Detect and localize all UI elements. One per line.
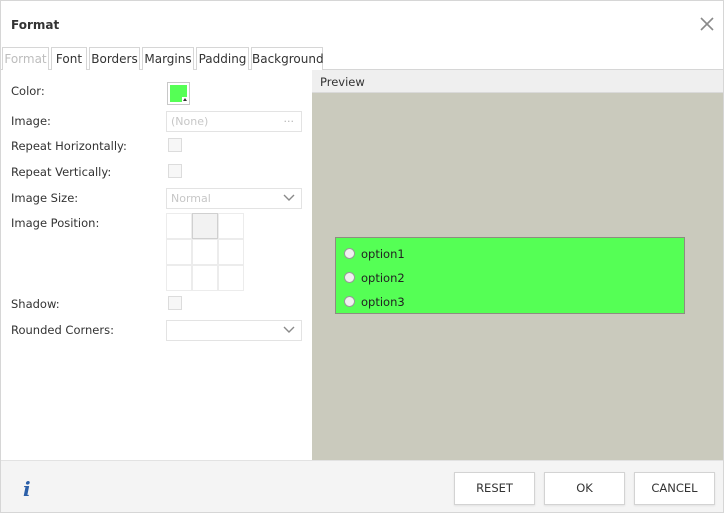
radio-button[interactable]: [344, 272, 355, 283]
tab-padding[interactable]: Padding: [196, 47, 249, 70]
reset-button[interactable]: RESET: [454, 472, 535, 505]
repeat-horizontally-label: Repeat Horizontally:: [11, 139, 127, 153]
chevron-down-icon: [283, 326, 295, 333]
preview-title: Preview: [320, 75, 365, 89]
shadow-checkbox[interactable]: [168, 296, 182, 310]
rounded-corners-label: Rounded Corners:: [11, 323, 114, 337]
shadow-label: Shadow:: [11, 297, 60, 311]
radio-option-label: option1: [361, 247, 405, 261]
rounded-corners-select[interactable]: [166, 320, 302, 341]
tab-margins[interactable]: Margins: [142, 47, 194, 70]
image-position-grid: [166, 213, 244, 291]
preview-header: Preview: [312, 70, 723, 93]
position-top-center[interactable]: [192, 213, 218, 239]
position-top-right[interactable]: [218, 213, 244, 239]
tab-format[interactable]: Format: [2, 47, 49, 70]
color-label: Color:: [11, 84, 45, 98]
cancel-button[interactable]: CANCEL: [634, 472, 715, 505]
repeat-horizontally-checkbox[interactable]: [168, 138, 182, 152]
position-middle-center[interactable]: [192, 239, 218, 265]
radio-option-label: option3: [361, 295, 405, 309]
radio-option-label: option2: [361, 271, 405, 285]
image-size-value: Normal: [171, 192, 211, 205]
tab-bar: Format Font Borders Margins Padding Back…: [1, 47, 723, 71]
ok-button[interactable]: OK: [544, 472, 625, 505]
image-size-select[interactable]: Normal: [166, 188, 302, 209]
repeat-vertically-checkbox[interactable]: [168, 164, 182, 178]
close-icon: [700, 17, 714, 31]
dialog-title: Format: [11, 18, 60, 32]
position-middle-right[interactable]: [218, 239, 244, 265]
tab-font[interactable]: Font: [51, 47, 87, 70]
position-bottom-right[interactable]: [218, 265, 244, 291]
position-bottom-left[interactable]: [166, 265, 192, 291]
format-dialog: Format Format Font Borders Margins Paddi…: [0, 0, 724, 513]
repeat-vertically-label: Repeat Vertically:: [11, 165, 112, 179]
tab-borders[interactable]: Borders: [89, 47, 140, 70]
browse-icon[interactable]: ···: [284, 112, 295, 131]
chevron-down-icon: [283, 194, 295, 201]
image-label: Image:: [11, 114, 51, 128]
position-top-left[interactable]: [166, 213, 192, 239]
dialog-titlebar: Format: [1, 1, 723, 47]
caret-up-icon: [182, 97, 188, 103]
image-size-label: Image Size:: [11, 191, 79, 205]
image-value: (None): [171, 115, 209, 128]
radio-button[interactable]: [344, 248, 355, 259]
radio-button[interactable]: [344, 296, 355, 307]
image-field[interactable]: (None) ···: [166, 111, 302, 132]
image-position-label: Image Position:: [11, 216, 100, 230]
background-settings-panel: Color: Image: (None) ··· Repeat Horizont…: [1, 70, 312, 460]
preview-radio-group: option1 option2 option3: [335, 237, 685, 314]
info-icon[interactable]: i: [23, 477, 31, 501]
close-button[interactable]: [698, 15, 716, 33]
preview-panel: Preview option1 option2 option3: [312, 70, 723, 460]
color-picker-button[interactable]: [167, 82, 190, 105]
dialog-footer: i RESET OK CANCEL: [1, 460, 723, 512]
tab-background[interactable]: Background: [251, 47, 324, 71]
position-bottom-center[interactable]: [192, 265, 218, 291]
position-middle-left[interactable]: [166, 239, 192, 265]
